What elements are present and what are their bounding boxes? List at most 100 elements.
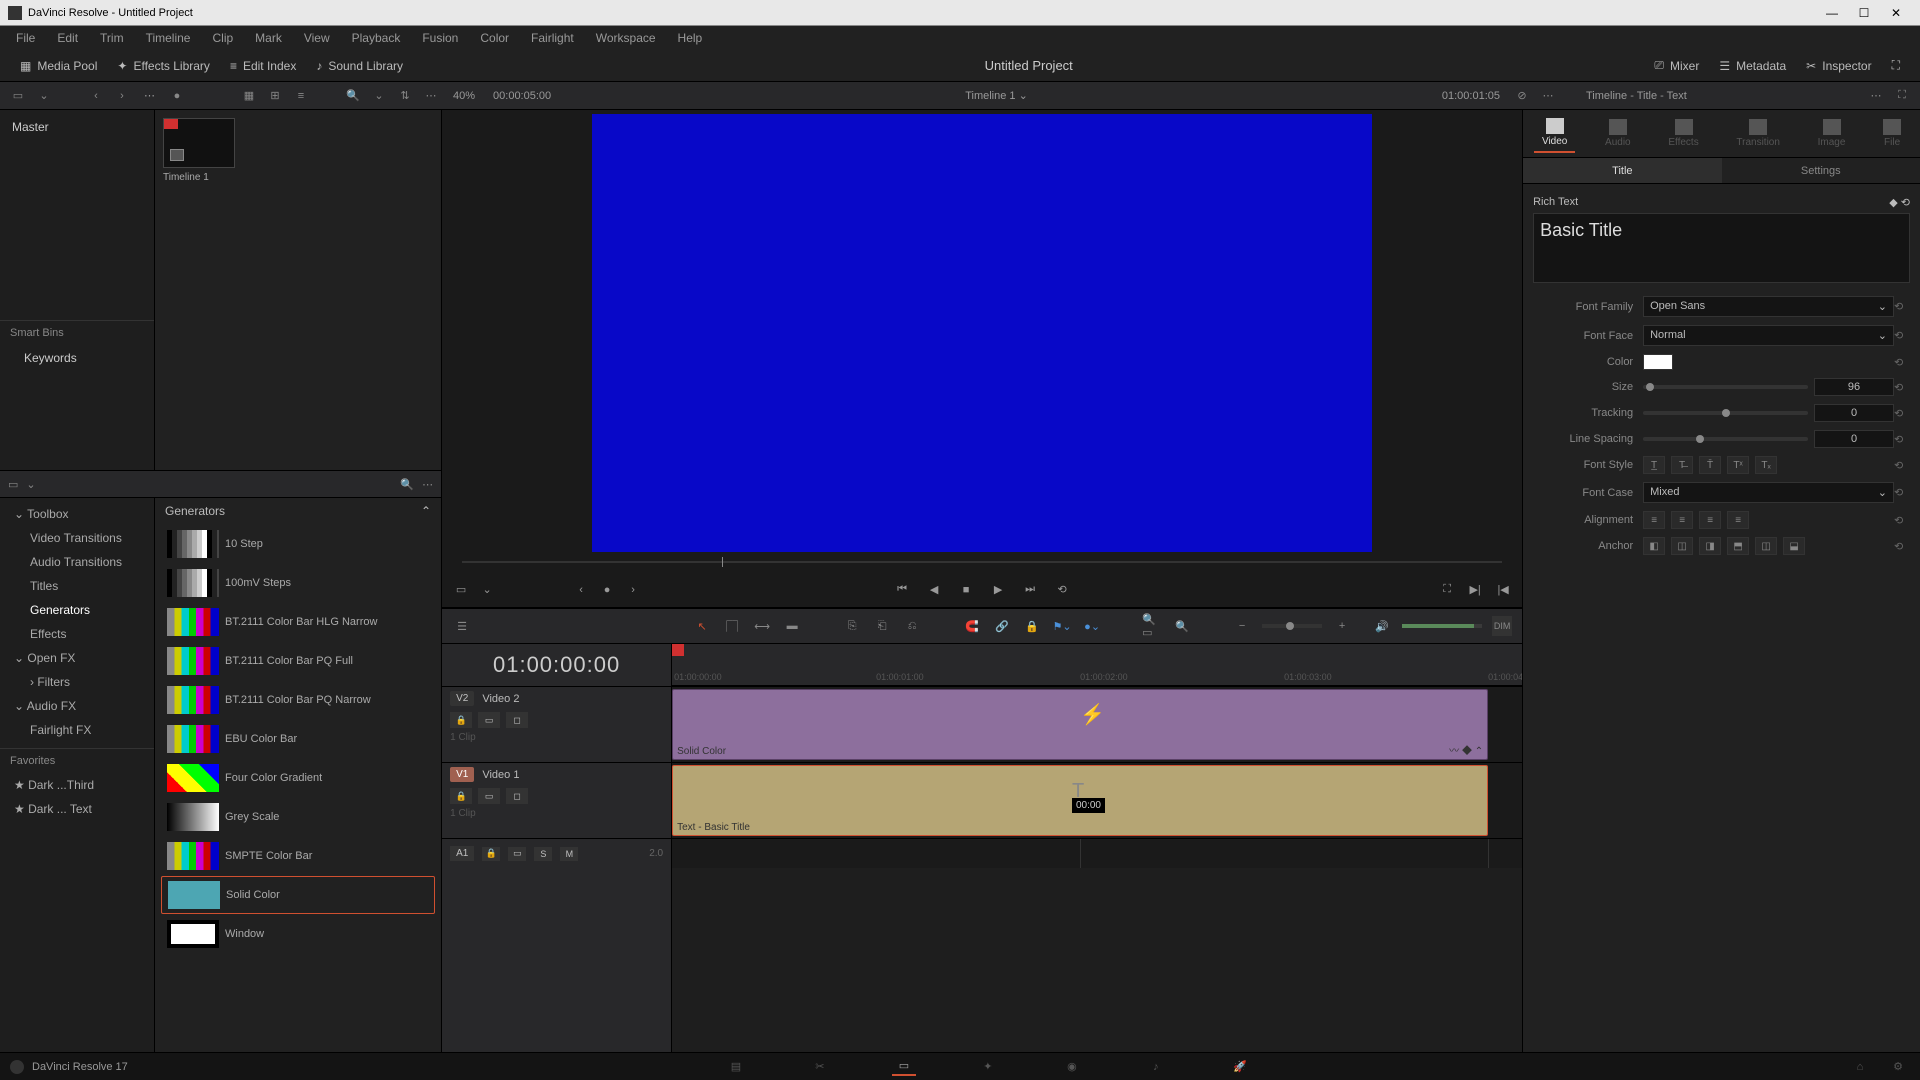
track-header-v2[interactable]: V2Video 2 🔒▭◻ 1 Clip bbox=[442, 686, 671, 762]
clip-item[interactable]: Timeline 1 bbox=[163, 118, 433, 183]
minimize-button[interactable]: — bbox=[1816, 4, 1848, 22]
volume-icon[interactable]: 🔊 bbox=[1372, 616, 1392, 636]
clip-controls-icon[interactable]: 〰 ◆ ⌃ bbox=[1449, 742, 1483, 757]
viewer-scrubber[interactable] bbox=[442, 552, 1522, 572]
reset-icon[interactable]: ⟲ bbox=[1894, 381, 1910, 394]
auto-select-icon[interactable]: ▭ bbox=[478, 788, 500, 804]
anchor-left-button[interactable]: ◧ bbox=[1643, 537, 1665, 555]
disable-track-icon[interactable]: ◻ bbox=[506, 712, 528, 728]
track-v2[interactable]: ⚡ Solid Color 〰 ◆ ⌃ bbox=[672, 686, 1522, 762]
track-a1[interactable] bbox=[672, 838, 1522, 868]
reset-icon[interactable]: ⟲ bbox=[1901, 197, 1910, 209]
search-icon[interactable]: 🔍 bbox=[343, 86, 363, 106]
timeline-view-icon[interactable]: ☰ bbox=[452, 616, 472, 636]
strikethrough-button[interactable]: T̶ bbox=[1671, 456, 1693, 474]
reset-icon[interactable]: ⟲ bbox=[1894, 356, 1910, 369]
reset-icon[interactable]: ⟲ bbox=[1894, 407, 1910, 420]
clip-solid-color[interactable]: ⚡ Solid Color 〰 ◆ ⌃ bbox=[672, 689, 1488, 760]
list-view-icon[interactable]: ≡ bbox=[291, 86, 311, 106]
subtab-settings[interactable]: Settings bbox=[1722, 158, 1920, 183]
mixer-toggle[interactable]: ⎚Mixer bbox=[1644, 54, 1709, 77]
line-spacing-input[interactable]: 0 bbox=[1814, 430, 1894, 448]
thumb-view-icon[interactable]: ▦ bbox=[239, 86, 259, 106]
zoom-out-icon[interactable]: − bbox=[1232, 616, 1252, 636]
titles-node[interactable]: Titles bbox=[0, 574, 154, 598]
replace-icon[interactable]: ⎌ bbox=[902, 616, 922, 636]
openfx-node[interactable]: ⌄ Open FX bbox=[0, 646, 154, 670]
clip-text-title[interactable]: T 00:00 Text - Basic Title bbox=[672, 765, 1488, 836]
favorite-item[interactable]: ★ Dark ...Third bbox=[0, 773, 154, 797]
search-timeline-icon[interactable]: 🔍▭ bbox=[1142, 616, 1162, 636]
prev-clip-icon[interactable]: |◀ bbox=[1494, 581, 1512, 599]
menu-trim[interactable]: Trim bbox=[90, 27, 134, 49]
play-icon[interactable]: ▶ bbox=[989, 581, 1007, 599]
generator-item[interactable]: BT.2111 Color Bar PQ Full bbox=[161, 642, 435, 680]
generator-item[interactable]: Solid Color bbox=[161, 876, 435, 914]
anchor-bottom-button[interactable]: ⬓ bbox=[1783, 537, 1805, 555]
overwrite-icon[interactable]: ⎗ bbox=[872, 616, 892, 636]
lock-track-icon[interactable]: 🔒 bbox=[450, 712, 472, 728]
viewer[interactable] bbox=[442, 110, 1522, 552]
reset-icon[interactable]: ⟲ bbox=[1894, 300, 1910, 313]
tab-audio[interactable]: Audio bbox=[1597, 115, 1639, 152]
sound-library-toggle[interactable]: ♪Sound Library bbox=[306, 55, 413, 77]
auto-select-icon[interactable]: ▭ bbox=[478, 712, 500, 728]
chevron-down-icon[interactable]: ⌄ bbox=[478, 581, 496, 599]
menu-file[interactable]: File bbox=[6, 27, 45, 49]
menu-help[interactable]: Help bbox=[668, 27, 713, 49]
track-v1[interactable]: T 00:00 Text - Basic Title bbox=[672, 762, 1522, 838]
fairlight-page-icon[interactable]: ♪ bbox=[1144, 1058, 1168, 1076]
blade-tool-icon[interactable]: ▬ bbox=[782, 616, 802, 636]
effects-node[interactable]: Effects bbox=[0, 622, 154, 646]
media-pool-toggle[interactable]: ▦Media Pool bbox=[10, 55, 107, 77]
last-frame-icon[interactable]: ⏭ bbox=[1021, 581, 1039, 599]
settings-icon[interactable]: ⚙ bbox=[1886, 1058, 1910, 1076]
next-clip-icon[interactable]: ▶| bbox=[1466, 581, 1484, 599]
menu-edit[interactable]: Edit bbox=[47, 27, 88, 49]
subscript-button[interactable]: Tₓ bbox=[1755, 456, 1777, 474]
menu-fairlight[interactable]: Fairlight bbox=[521, 27, 584, 49]
options-icon[interactable]: ⋯ bbox=[422, 478, 433, 491]
audio-transitions-node[interactable]: Audio Transitions bbox=[0, 550, 154, 574]
reset-icon[interactable]: ⟲ bbox=[1894, 486, 1910, 499]
dim-button[interactable]: DIM bbox=[1492, 616, 1512, 636]
inspector-options-icon[interactable]: ⋯ bbox=[1866, 86, 1886, 106]
lock-track-icon[interactable]: 🔒 bbox=[450, 788, 472, 804]
fullscreen-icon[interactable]: ⛶ bbox=[1438, 581, 1456, 599]
anchor-top-button[interactable]: ⬒ bbox=[1727, 537, 1749, 555]
search-icon[interactable]: 🔍 bbox=[400, 478, 414, 491]
anchor-center-button[interactable]: ◫ bbox=[1671, 537, 1693, 555]
generator-item[interactable]: Window bbox=[161, 915, 435, 953]
marker-icon[interactable]: ● bbox=[598, 581, 616, 599]
deliver-page-icon[interactable]: 🚀 bbox=[1228, 1058, 1252, 1076]
nav-back-icon[interactable]: ‹ bbox=[86, 86, 106, 106]
next-edit-icon[interactable]: › bbox=[624, 581, 642, 599]
solo-icon[interactable]: S bbox=[534, 847, 552, 861]
layout-icon[interactable]: ▭ bbox=[8, 478, 18, 491]
anchor-right-button[interactable]: ◨ bbox=[1699, 537, 1721, 555]
subtab-title[interactable]: Title bbox=[1523, 158, 1721, 183]
menu-timeline[interactable]: Timeline bbox=[136, 27, 201, 49]
tracking-slider[interactable] bbox=[1643, 411, 1808, 415]
inspector-toggle[interactable]: ✂Inspector bbox=[1796, 54, 1881, 77]
close-button[interactable]: ✕ bbox=[1880, 4, 1912, 22]
generator-item[interactable]: Four Color Gradient bbox=[161, 759, 435, 797]
tab-image[interactable]: Image bbox=[1810, 115, 1854, 152]
nav-fwd-icon[interactable]: › bbox=[112, 86, 132, 106]
generator-item[interactable]: Grey Scale bbox=[161, 798, 435, 836]
audiofx-node[interactable]: ⌄ Audio FX bbox=[0, 694, 154, 718]
menu-clip[interactable]: Clip bbox=[202, 27, 243, 49]
link-icon[interactable]: 🔗 bbox=[992, 616, 1012, 636]
font-family-dropdown[interactable]: Open Sans⌄ bbox=[1643, 296, 1894, 317]
overline-button[interactable]: T̄ bbox=[1699, 456, 1721, 474]
keyframe-icon[interactable]: ◆ bbox=[1889, 197, 1897, 209]
zoom-percent[interactable]: 40% bbox=[447, 90, 481, 102]
menu-mark[interactable]: Mark bbox=[245, 27, 292, 49]
lock-track-icon[interactable]: 🔒 bbox=[482, 847, 500, 861]
reset-icon[interactable]: ⟲ bbox=[1894, 514, 1910, 527]
timeline-ruler[interactable]: 01:00:00:00 01:00:01:00 01:00:02:00 01:0… bbox=[672, 644, 1522, 686]
favorite-item[interactable]: ★ Dark ... Text bbox=[0, 797, 154, 821]
chevron-down-icon[interactable]: ⌄ bbox=[26, 478, 35, 491]
stop-icon[interactable]: ■ bbox=[957, 581, 975, 599]
toolbox-node[interactable]: ⌄ Toolbox bbox=[0, 502, 154, 526]
